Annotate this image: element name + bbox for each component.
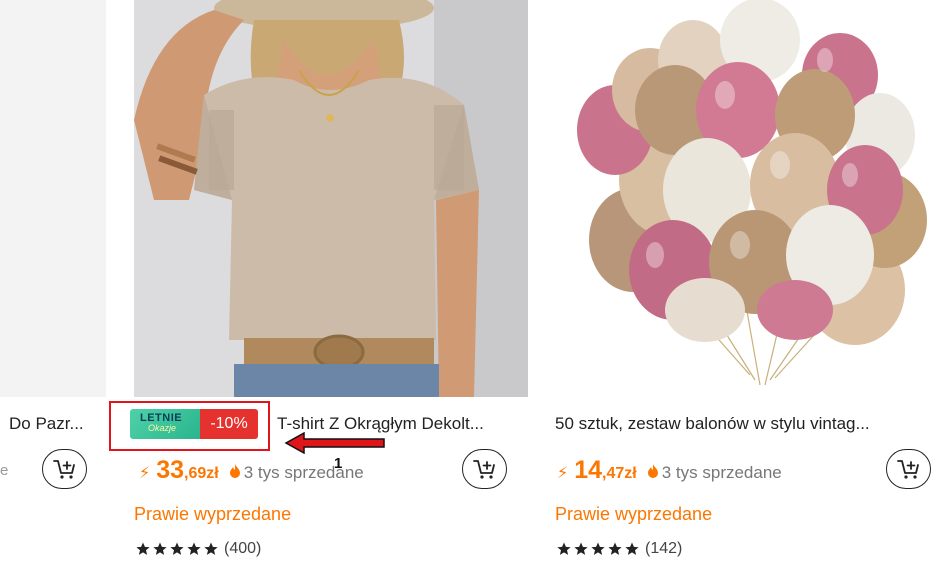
rating[interactable]: (400) (136, 540, 261, 558)
product-image[interactable] (555, 0, 939, 397)
add-to-cart-button[interactable] (462, 449, 507, 489)
annotation-number: 1 (334, 455, 343, 472)
product-card[interactable]: T-shirt Z Okrągłym Dekolt... ⚡ 33 ,69zł … (134, 0, 528, 564)
star-rating (557, 542, 639, 556)
product-title[interactable]: T-shirt Z Okrągłym Dekolt... (277, 414, 527, 434)
star-icon (170, 542, 184, 555)
sold-count: 3 tys sprzedane (661, 463, 782, 482)
balloons-photo (555, 0, 939, 397)
rating[interactable]: (142) (557, 540, 682, 558)
lightning-icon: ⚡ (139, 465, 151, 482)
star-icon (574, 542, 588, 555)
annotation-highlight-box (109, 401, 270, 451)
price-row: ⚡ 14 ,47zł 3 tys sprzedane (557, 456, 782, 486)
product-title[interactable]: 50 sztuk, zestaw balonów w stylu vintag.… (555, 414, 939, 434)
add-to-cart-icon (896, 460, 919, 479)
review-count: (400) (224, 540, 262, 557)
product-image[interactable] (0, 0, 106, 397)
stock-status: Prawie wyprzedane (134, 504, 292, 524)
star-rating (136, 542, 218, 556)
add-to-cart-icon (472, 460, 495, 479)
lightning-icon: ⚡ (557, 465, 569, 482)
arrow-left-icon (284, 432, 385, 454)
star-icon (608, 542, 622, 555)
product-title[interactable]: Do Pazr... (9, 414, 106, 434)
star-icon (557, 542, 571, 555)
star-half-icon (625, 542, 639, 555)
price-decimal: ,47zł (602, 465, 637, 482)
product-image[interactable] (134, 0, 528, 397)
price-integer: 14 (574, 456, 603, 484)
price-decimal: ,69zł (184, 465, 219, 482)
sold-count: 3 tys sprzedane (243, 463, 364, 482)
star-icon (591, 542, 605, 555)
star-half-icon (204, 542, 218, 555)
add-to-cart-button[interactable] (886, 449, 931, 489)
product-card-partial[interactable]: Do Pazr... e (0, 0, 106, 564)
product-card[interactable]: 50 sztuk, zestaw balonów w stylu vintag.… (555, 0, 939, 564)
price-row: ⚡ 33 ,69zł 3 tys sprzedane (139, 456, 364, 486)
star-icon (187, 542, 201, 555)
tshirt-photo (134, 0, 528, 397)
stock-status: Prawie wyprzedane (555, 504, 713, 524)
price-integer: 33 (156, 456, 185, 484)
star-icon (153, 542, 167, 555)
truncated-text: e (0, 462, 9, 479)
review-count: (142) (645, 540, 683, 557)
fire-icon (229, 464, 240, 478)
star-icon (136, 542, 150, 555)
add-to-cart-icon (52, 460, 75, 479)
fire-icon (647, 464, 658, 478)
add-to-cart-button[interactable] (42, 449, 87, 489)
